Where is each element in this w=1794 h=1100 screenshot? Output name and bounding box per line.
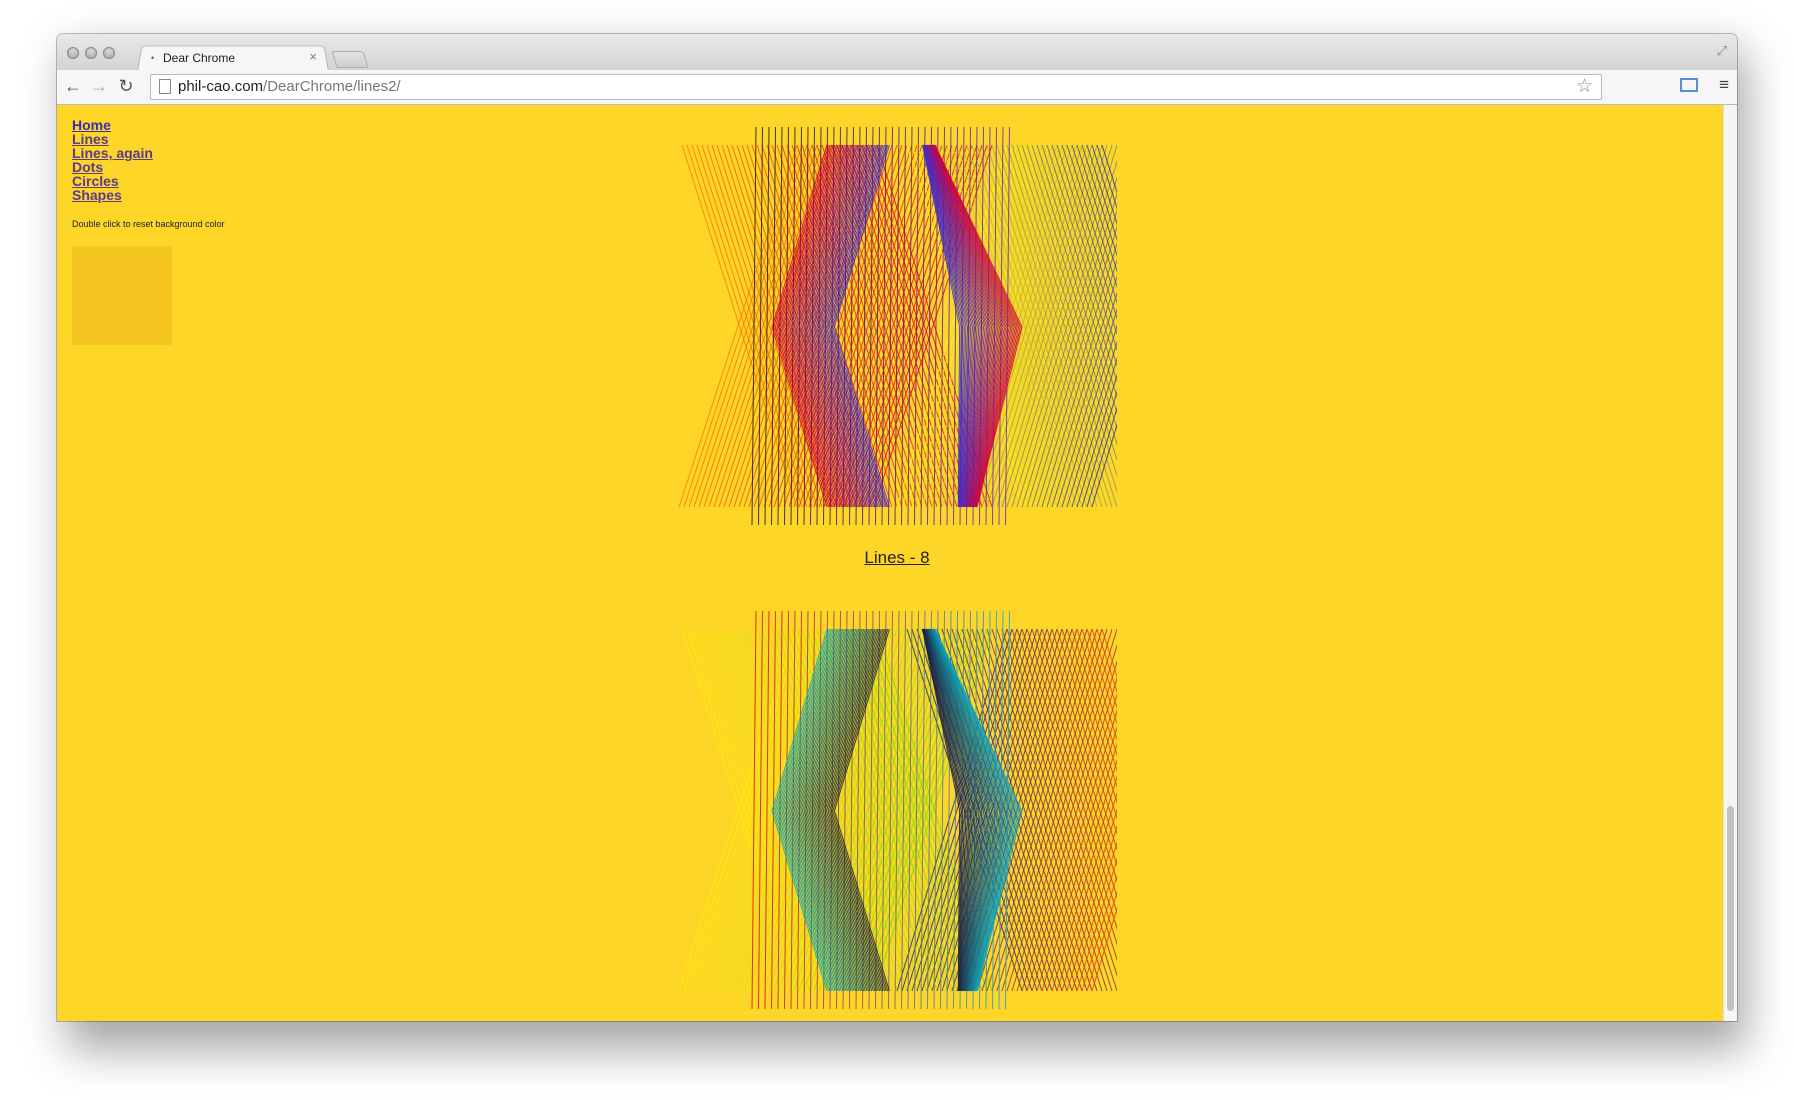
tab-strip: • Dear Chrome × ⤢ [57, 34, 1737, 72]
menu-icon[interactable]: ≡ [1719, 75, 1729, 95]
nav-link-lines-again[interactable]: Lines, again [72, 146, 153, 160]
nav-link-circles[interactable]: Circles [72, 174, 153, 188]
scrollbar-thumb[interactable] [1727, 806, 1734, 1011]
toolbar: ← → ↻ phil-cao.com/DearChrome/lines2/ ☆ … [57, 70, 1737, 105]
fullscreen-icon[interactable]: ⤢ [1717, 43, 1727, 59]
url-text: phil-cao.com/DearChrome/lines2/ [178, 78, 401, 95]
nav-link-shapes[interactable]: Shapes [72, 188, 153, 202]
new-tab-button[interactable] [331, 51, 369, 68]
close-window-button[interactable] [67, 47, 79, 59]
cast-icon[interactable] [1680, 78, 1698, 92]
lines-artwork-2[interactable] [677, 611, 1117, 1021]
art-line-x-right [1006, 628, 1117, 992]
reset-hint: Double click to reset background color [72, 219, 225, 229]
art-line-x-right [981, 144, 1093, 508]
screen: • Dear Chrome × ⤢ ← → ↻ phil-cao.com/Dea… [0, 0, 1794, 1100]
address-bar[interactable]: phil-cao.com/DearChrome/lines2/ ☆ [150, 74, 1602, 100]
nav-link-lines[interactable]: Lines [72, 132, 153, 146]
reload-icon[interactable]: ↻ [114, 74, 138, 98]
browser-window: • Dear Chrome × ⤢ ← → ↻ phil-cao.com/Dea… [57, 34, 1737, 1021]
lines-artwork-1[interactable] [677, 127, 1117, 547]
forward-icon[interactable]: → [87, 74, 111, 98]
page-content: Home Lines Lines, again Dots Circles Sha… [57, 105, 1737, 1021]
nav-link-dots[interactable]: Dots [72, 160, 153, 174]
back-icon[interactable]: ← [61, 74, 85, 98]
url-path: /DearChrome/lines2/ [263, 78, 401, 95]
url-domain: phil-cao.com [178, 78, 264, 95]
color-swatch[interactable] [72, 246, 172, 345]
site-nav: Home Lines Lines, again Dots Circles Sha… [72, 118, 153, 202]
nav-link-home[interactable]: Home [72, 118, 153, 132]
tab-close-icon[interactable]: × [309, 49, 317, 64]
artwork-caption[interactable]: Lines - 8 [797, 548, 997, 568]
tab-active[interactable]: • Dear Chrome × [141, 46, 323, 70]
scrollbar[interactable] [1723, 105, 1737, 1021]
art-line-x-right [1006, 144, 1117, 508]
minimize-window-button[interactable] [85, 47, 97, 59]
art-line-x-right [981, 628, 1093, 992]
tab-title: Dear Chrome [163, 51, 236, 65]
page-icon [159, 79, 171, 94]
favicon-icon: • [151, 53, 155, 63]
zoom-window-button[interactable] [103, 47, 115, 59]
bookmark-star-icon[interactable]: ☆ [1576, 75, 1593, 98]
